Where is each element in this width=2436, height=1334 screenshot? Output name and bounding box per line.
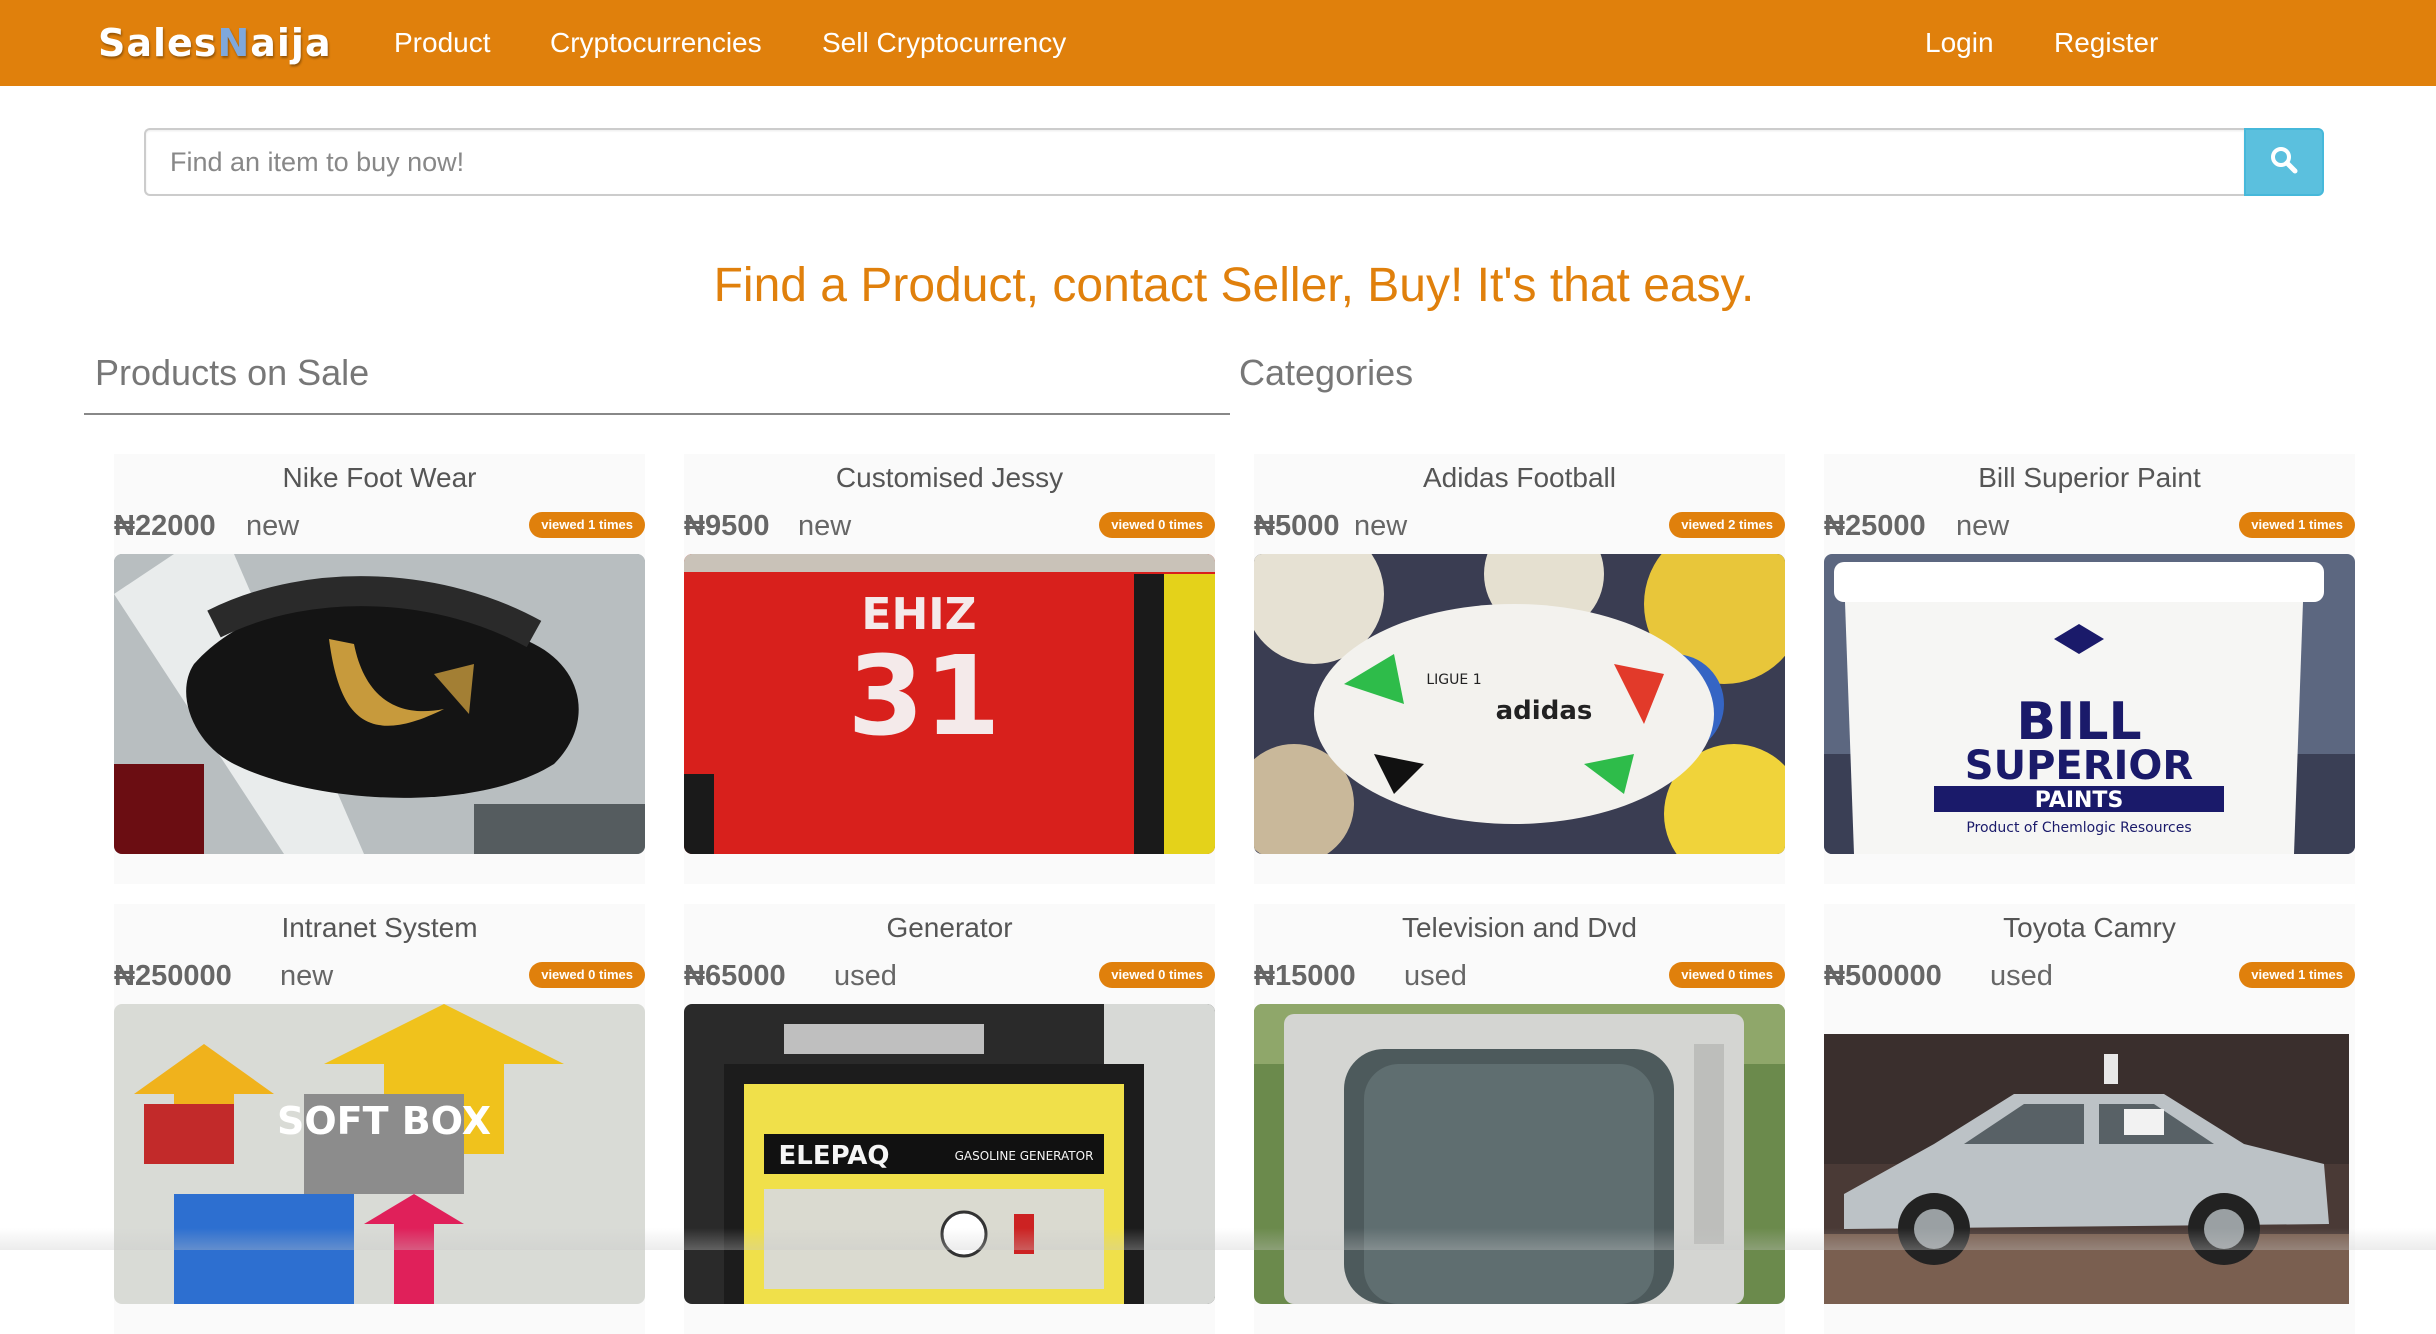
brand-part-2: N	[217, 21, 251, 65]
product-image-paint-bucket[interactable]: BILL SUPERIOR PAINTS Product of Chemlogi…	[1824, 554, 2355, 854]
product-price: ₦5000	[1254, 510, 1340, 542]
ball-brand-text: adidas	[1496, 696, 1593, 726]
jersey-number-text: 31	[847, 632, 1000, 760]
product-card-customised-jessy[interactable]: Customised Jessy ₦9500 new viewed 0 time…	[684, 454, 1215, 884]
nav-register[interactable]: Register	[2054, 18, 2158, 68]
tagline: Find a Product, contact Seller, Buy! It'…	[713, 259, 1755, 312]
product-image-television[interactable]	[1254, 1004, 1785, 1304]
brand-part-3: aija	[250, 21, 332, 65]
section-divider	[84, 413, 1230, 415]
product-condition: used	[1990, 960, 2053, 992]
product-card-adidas-football[interactable]: Adidas Football ₦5000 new viewed 2 times…	[1254, 454, 1785, 884]
product-image-camry[interactable]	[1824, 1034, 2349, 1304]
product-price-row: ₦22000 new viewed 1 times	[114, 510, 645, 550]
product-title[interactable]: Nike Foot Wear	[114, 462, 645, 494]
product-price-row: ₦9500 new viewed 0 times	[684, 510, 1215, 550]
product-image-softbox[interactable]: SOFT BOX	[114, 1004, 645, 1304]
product-price-row: ₦15000 used viewed 0 times	[1254, 960, 1785, 1000]
nav-cryptocurrencies[interactable]: Cryptocurrencies	[550, 18, 762, 68]
product-condition: new	[798, 510, 852, 542]
product-image-red-jersey[interactable]: EHIZ 31	[684, 554, 1215, 854]
view-count-badge: viewed 0 times	[1099, 962, 1215, 988]
product-price: ₦65000	[684, 960, 786, 992]
product-title[interactable]: Adidas Football	[1254, 462, 1785, 494]
paint-subtitle-text: Product of Chemlogic Resources	[1966, 820, 2191, 836]
product-condition: new	[1956, 510, 2010, 542]
product-title[interactable]: Television and Dvd	[1254, 912, 1785, 944]
search-input[interactable]	[144, 128, 2244, 196]
product-price: ₦25000	[1824, 510, 1926, 542]
nav-login[interactable]: Login	[1925, 18, 1994, 68]
product-title[interactable]: Toyota Camry	[1824, 912, 2355, 944]
search-icon	[2269, 145, 2299, 180]
paint-line-3-text: PAINTS	[2035, 788, 2124, 813]
product-condition: new	[280, 960, 334, 992]
product-title[interactable]: Bill Superior Paint	[1824, 462, 2355, 494]
softbox-text: SOFT BOX	[277, 1099, 491, 1143]
product-price: ₦250000	[114, 960, 232, 992]
product-condition: used	[834, 960, 897, 992]
search-bar	[144, 128, 2324, 196]
product-title[interactable]: Generator	[684, 912, 1215, 944]
generator-brand-text: ELEPAQ	[779, 1141, 890, 1171]
product-card-toyota-camry[interactable]: Toyota Camry ₦500000 used viewed 1 times	[1824, 904, 2355, 1334]
product-image-nike-shoe[interactable]	[114, 554, 645, 854]
product-card-generator[interactable]: Generator ₦65000 used viewed 0 times ELE…	[684, 904, 1215, 1334]
products-on-sale-heading: Products on Sale	[95, 352, 370, 393]
product-condition: used	[1404, 960, 1467, 992]
product-image-generator[interactable]: ELEPAQ GASOLINE GENERATOR	[684, 1004, 1215, 1304]
product-price: ₦15000	[1254, 960, 1356, 992]
view-count-badge: viewed 0 times	[529, 962, 645, 988]
view-count-badge: viewed 2 times	[1669, 512, 1785, 538]
product-title[interactable]: Customised Jessy	[684, 462, 1215, 494]
view-count-badge: viewed 1 times	[2239, 512, 2355, 538]
brand-logo[interactable]: Sales Naija	[98, 18, 332, 68]
product-condition: new	[1354, 510, 1408, 542]
search-button[interactable]	[2244, 128, 2324, 196]
view-count-badge: viewed 0 times	[1669, 962, 1785, 988]
paint-line-2-text: SUPERIOR	[1965, 743, 2193, 789]
product-title[interactable]: Intranet System	[114, 912, 645, 944]
product-price-row: ₦250000 new viewed 0 times	[114, 960, 645, 1000]
product-price-row: ₦5000 new viewed 2 times	[1254, 510, 1785, 550]
product-price: ₦9500	[684, 510, 770, 542]
nav-product[interactable]: Product	[394, 18, 491, 68]
view-count-badge: viewed 1 times	[529, 512, 645, 538]
product-image-adidas-ball[interactable]: LIGUE 1 adidas	[1254, 554, 1785, 854]
product-card-nike-foot-wear[interactable]: Nike Foot Wear ₦22000 new viewed 1 times	[114, 454, 645, 884]
product-condition: new	[246, 510, 300, 542]
bottom-fade	[0, 1228, 2436, 1250]
product-card-television-and-dvd[interactable]: Television and Dvd ₦15000 used viewed 0 …	[1254, 904, 1785, 1334]
product-price-row: ₦500000 used viewed 1 times	[1824, 960, 2355, 1000]
categories-heading[interactable]: Categories	[1239, 352, 1413, 394]
generator-model-text: GASOLINE GENERATOR	[955, 1149, 1094, 1163]
product-price: ₦500000	[1824, 960, 1942, 992]
top-navbar: Sales Naija Product Cryptocurrencies Sell…	[0, 0, 2436, 86]
ball-league-text: LIGUE 1	[1426, 672, 1481, 688]
view-count-badge: viewed 0 times	[1099, 512, 1215, 538]
view-count-badge: viewed 1 times	[2239, 962, 2355, 988]
nav-sell-cryptocurrency[interactable]: Sell Cryptocurrency	[822, 18, 1066, 68]
brand-part-1: Sales	[98, 21, 218, 65]
product-price-row: ₦25000 new viewed 1 times	[1824, 510, 2355, 550]
product-card-intranet-system[interactable]: Intranet System ₦250000 new viewed 0 tim…	[114, 904, 645, 1334]
product-card-bill-superior-paint[interactable]: Bill Superior Paint ₦25000 new viewed 1 …	[1824, 454, 2355, 884]
product-price-row: ₦65000 used viewed 0 times	[684, 960, 1215, 1000]
product-price: ₦22000	[114, 510, 216, 542]
